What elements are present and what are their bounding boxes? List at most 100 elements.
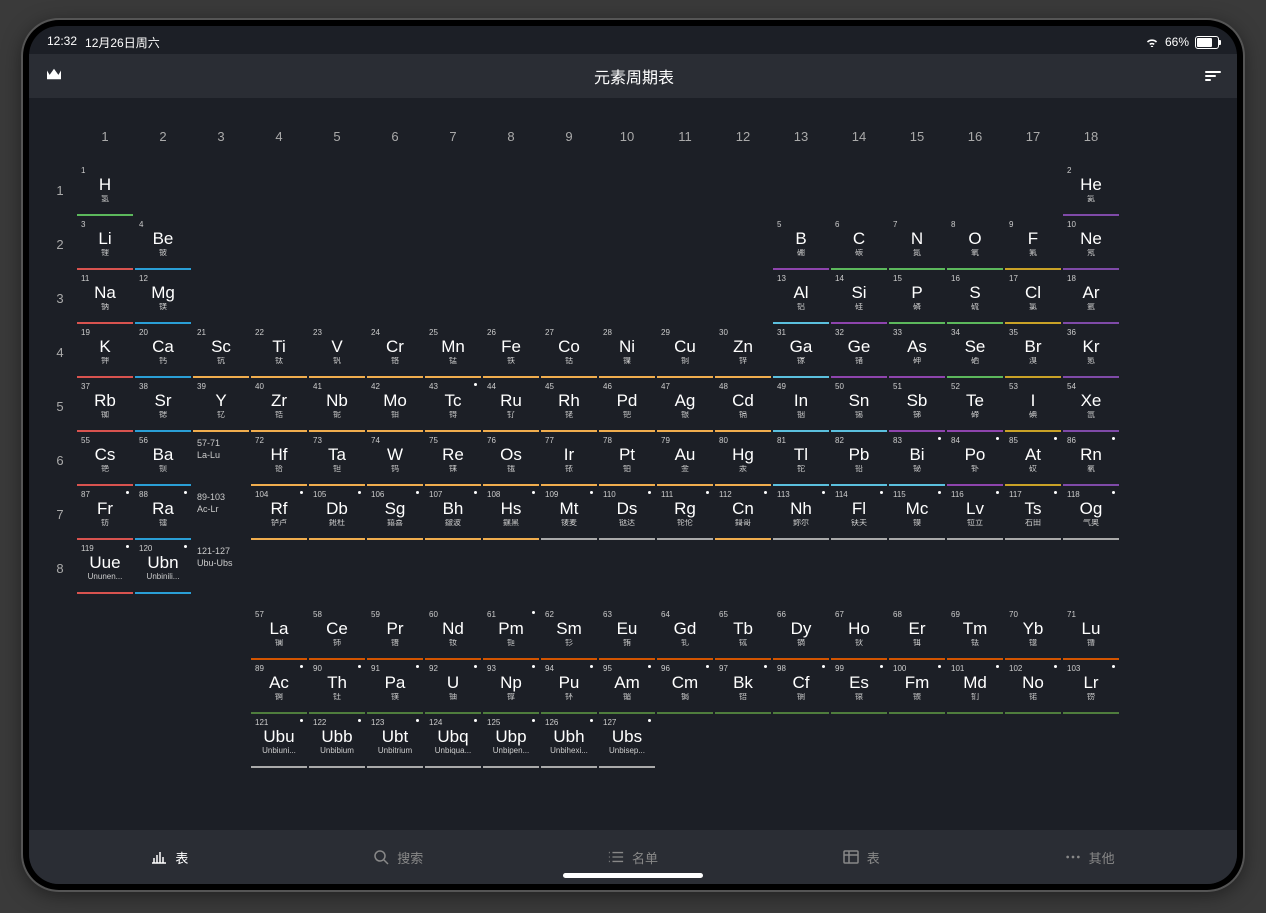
element-cell-Ti[interactable]: 22Ti钛 xyxy=(251,326,307,378)
element-cell-Cd[interactable]: 48Cd镉 xyxy=(715,380,771,432)
element-cell-Es[interactable]: 99Es锿 xyxy=(831,662,887,714)
element-cell-Sm[interactable]: 62Sm钐 xyxy=(541,608,597,660)
element-cell-U[interactable]: 92U铀 xyxy=(425,662,481,714)
element-cell-Ubu[interactable]: 121UbuUnbiuni... xyxy=(251,716,307,768)
element-cell-K[interactable]: 19K钾 xyxy=(77,326,133,378)
element-cell-Lu[interactable]: 71Lu镥 xyxy=(1063,608,1119,660)
element-cell-Po[interactable]: 84Po钋 xyxy=(947,434,1003,486)
element-cell-No[interactable]: 102No锘 xyxy=(1005,662,1061,714)
element-cell-Cr[interactable]: 24Cr铬 xyxy=(367,326,423,378)
element-cell-Ts[interactable]: 117Ts石田 xyxy=(1005,488,1061,540)
element-cell-Ca[interactable]: 20Ca钙 xyxy=(135,326,191,378)
element-cell-Nd[interactable]: 60Nd钕 xyxy=(425,608,481,660)
element-cell-Sb[interactable]: 51Sb锑 xyxy=(889,380,945,432)
element-cell-Bi[interactable]: 83Bi铋 xyxy=(889,434,945,486)
element-cell-Ra[interactable]: 88Ra镭 xyxy=(135,488,191,540)
element-cell-Rf[interactable]: 104Rf𬬻卢 xyxy=(251,488,307,540)
element-cell-Au[interactable]: 79Au金 xyxy=(657,434,713,486)
element-cell-Rg[interactable]: 111Rg𬬭伦 xyxy=(657,488,713,540)
element-cell-Pt[interactable]: 78Pt铂 xyxy=(599,434,655,486)
element-cell-Cm[interactable]: 96Cm锔 xyxy=(657,662,713,714)
element-cell-Gd[interactable]: 64Gd钆 xyxy=(657,608,713,660)
element-cell-Mo[interactable]: 42Mo钼 xyxy=(367,380,423,432)
element-cell-Ce[interactable]: 58Ce铈 xyxy=(309,608,365,660)
element-cell-Hg[interactable]: 80Hg汞 xyxy=(715,434,771,486)
element-cell-Bk[interactable]: 97Bk锫 xyxy=(715,662,771,714)
element-cell-V[interactable]: 23V钒 xyxy=(309,326,365,378)
element-cell-Mt[interactable]: 109Mt鿏麦 xyxy=(541,488,597,540)
element-cell-Ubt[interactable]: 123UbtUnbitrium xyxy=(367,716,423,768)
element-cell-Lv[interactable]: 116Lv𫟷立 xyxy=(947,488,1003,540)
element-cell-I[interactable]: 53I碘 xyxy=(1005,380,1061,432)
tab-table[interactable]: 表 xyxy=(151,848,188,867)
element-cell-C[interactable]: 6C碳 xyxy=(831,218,887,270)
tab-more[interactable]: 其他 xyxy=(1065,848,1115,867)
element-cell-Pr[interactable]: 59Pr镨 xyxy=(367,608,423,660)
range-act[interactable]: 89-103Ac-Lr xyxy=(193,488,249,540)
element-cell-Fr[interactable]: 87Fr钫 xyxy=(77,488,133,540)
home-indicator[interactable] xyxy=(563,873,703,878)
element-cell-As[interactable]: 33As砷 xyxy=(889,326,945,378)
element-cell-Md[interactable]: 101Md钔 xyxy=(947,662,1003,714)
element-cell-Mn[interactable]: 25Mn锰 xyxy=(425,326,481,378)
element-cell-Dy[interactable]: 66Dy镝 xyxy=(773,608,829,660)
element-cell-In[interactable]: 49In铟 xyxy=(773,380,829,432)
element-cell-Cs[interactable]: 55Cs铯 xyxy=(77,434,133,486)
element-cell-La[interactable]: 57La镧 xyxy=(251,608,307,660)
element-cell-Ubp[interactable]: 125UbpUnbipen... xyxy=(483,716,539,768)
element-cell-Be[interactable]: 4Be铍 xyxy=(135,218,191,270)
element-cell-Rh[interactable]: 45Rh铑 xyxy=(541,380,597,432)
element-cell-Ba[interactable]: 56Ba钡 xyxy=(135,434,191,486)
element-cell-Os[interactable]: 76Os锇 xyxy=(483,434,539,486)
element-cell-Rn[interactable]: 86Rn氡 xyxy=(1063,434,1119,486)
element-cell-Pa[interactable]: 91Pa镤 xyxy=(367,662,423,714)
element-cell-Fe[interactable]: 26Fe铁 xyxy=(483,326,539,378)
element-cell-Li[interactable]: 3Li锂 xyxy=(77,218,133,270)
element-cell-Tm[interactable]: 69Tm铥 xyxy=(947,608,1003,660)
element-cell-Cu[interactable]: 29Cu铜 xyxy=(657,326,713,378)
element-cell-Nh[interactable]: 113Nh鉨尔 xyxy=(773,488,829,540)
element-cell-Th[interactable]: 90Th钍 xyxy=(309,662,365,714)
element-cell-Zr[interactable]: 40Zr锆 xyxy=(251,380,307,432)
element-cell-Cl[interactable]: 17Cl氯 xyxy=(1005,272,1061,324)
element-cell-O[interactable]: 8O氧 xyxy=(947,218,1003,270)
element-cell-Nb[interactable]: 41Nb铌 xyxy=(309,380,365,432)
element-cell-Ne[interactable]: 10Ne氖 xyxy=(1063,218,1119,270)
range-lan[interactable]: 57-71La-Lu xyxy=(193,434,249,486)
element-cell-Ho[interactable]: 67Ho钬 xyxy=(831,608,887,660)
element-cell-Rb[interactable]: 37Rb铷 xyxy=(77,380,133,432)
element-cell-H[interactable]: 1H氢 xyxy=(77,164,133,216)
element-cell-Mc[interactable]: 115Mc镆 xyxy=(889,488,945,540)
element-cell-Co[interactable]: 27Co钴 xyxy=(541,326,597,378)
element-cell-S[interactable]: 16S硫 xyxy=(947,272,1003,324)
element-cell-Kr[interactable]: 36Kr氪 xyxy=(1063,326,1119,378)
element-cell-Am[interactable]: 95Am镅 xyxy=(599,662,655,714)
element-cell-Se[interactable]: 34Se硒 xyxy=(947,326,1003,378)
element-cell-Ta[interactable]: 73Ta钽 xyxy=(309,434,365,486)
element-cell-Re[interactable]: 75Re铼 xyxy=(425,434,481,486)
element-cell-Te[interactable]: 52Te碲 xyxy=(947,380,1003,432)
element-cell-Ubs[interactable]: 127UbsUnbisep... xyxy=(599,716,655,768)
tab-search[interactable]: 搜索 xyxy=(373,848,423,867)
element-cell-Yb[interactable]: 70Yb镱 xyxy=(1005,608,1061,660)
crown-button[interactable] xyxy=(45,67,63,86)
element-cell-Al[interactable]: 13Al铝 xyxy=(773,272,829,324)
element-cell-Cn[interactable]: 112Cn鎶哥 xyxy=(715,488,771,540)
element-cell-Bh[interactable]: 107Bh𨨏波 xyxy=(425,488,481,540)
element-cell-Hs[interactable]: 108Hs𨭆黑 xyxy=(483,488,539,540)
element-cell-Ar[interactable]: 18Ar氩 xyxy=(1063,272,1119,324)
element-cell-Ag[interactable]: 47Ag银 xyxy=(657,380,713,432)
element-cell-Ge[interactable]: 32Ge锗 xyxy=(831,326,887,378)
element-cell-Sc[interactable]: 21Sc钪 xyxy=(193,326,249,378)
element-cell-Zn[interactable]: 30Zn锌 xyxy=(715,326,771,378)
element-cell-Ir[interactable]: 77Ir铱 xyxy=(541,434,597,486)
element-cell-Pb[interactable]: 82Pb铅 xyxy=(831,434,887,486)
element-cell-Tc[interactable]: 43Tc锝 xyxy=(425,380,481,432)
element-cell-Pm[interactable]: 61Pm钷 xyxy=(483,608,539,660)
element-cell-F[interactable]: 9F氟 xyxy=(1005,218,1061,270)
element-cell-Pu[interactable]: 94Pu钚 xyxy=(541,662,597,714)
element-cell-Ac[interactable]: 89Ac锕 xyxy=(251,662,307,714)
element-cell-Y[interactable]: 39Y钇 xyxy=(193,380,249,432)
tab-grid[interactable]: 表 xyxy=(843,848,880,867)
element-cell-Lr[interactable]: 103Lr铹 xyxy=(1063,662,1119,714)
